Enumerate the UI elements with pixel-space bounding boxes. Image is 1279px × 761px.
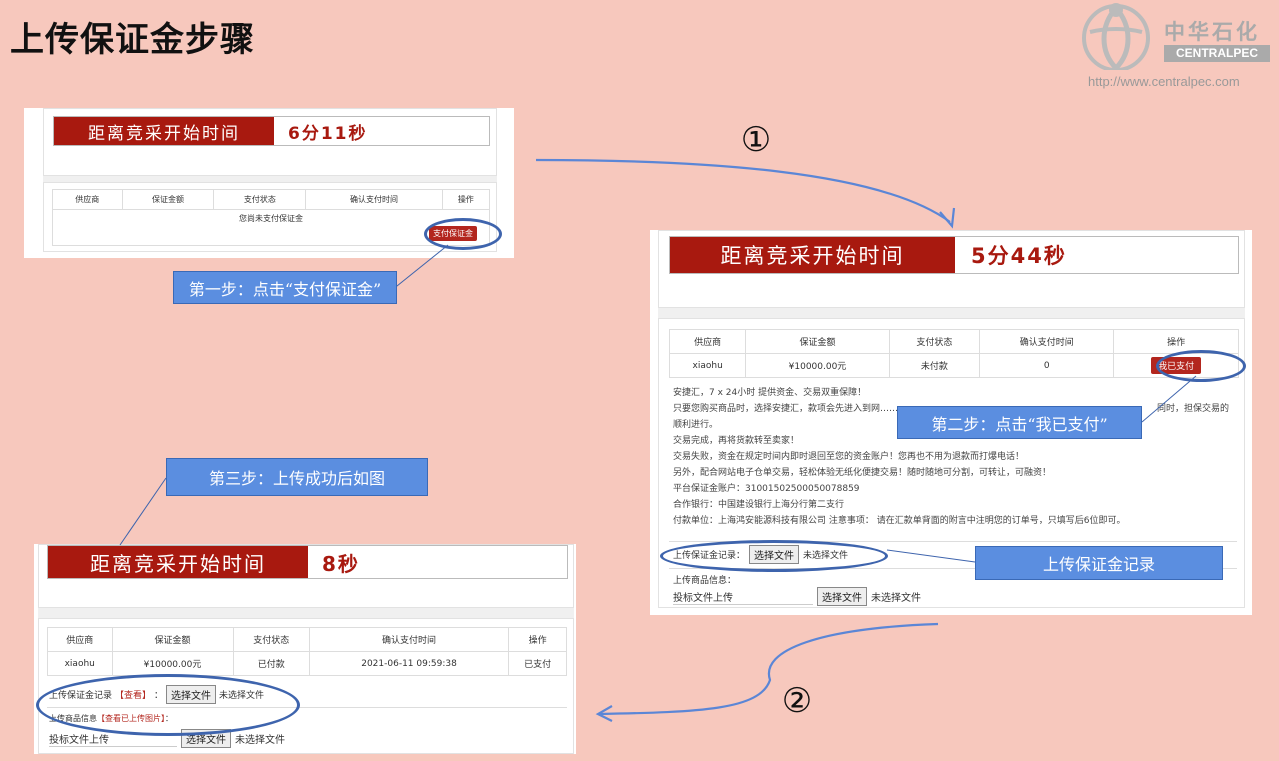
highlight-upload-row [660,540,888,572]
leader-step1 [391,244,449,291]
highlight-paid-button [1156,350,1246,382]
step-number-2: ② [781,681,813,721]
leader-step2 [1141,375,1197,423]
highlight-uploaded-rows [36,674,300,736]
callout-step2: 第二步：点击“我已支付” [897,406,1142,439]
arrow-step2-to-step3 [599,622,939,716]
leader-step3 [119,477,167,546]
callout-step3: 第三步：上传成功后如图 [166,458,428,496]
connector-arrows [119,158,1197,722]
highlight-pay-button [424,218,502,250]
callout-step1: 第一步：点击“支付保证金” [173,271,397,304]
arrow-step1-to-step2 [535,158,951,223]
step-number-1: ① [740,120,772,160]
callout-upload: 上传保证金记录 [975,546,1223,580]
leader-upload [886,549,976,563]
